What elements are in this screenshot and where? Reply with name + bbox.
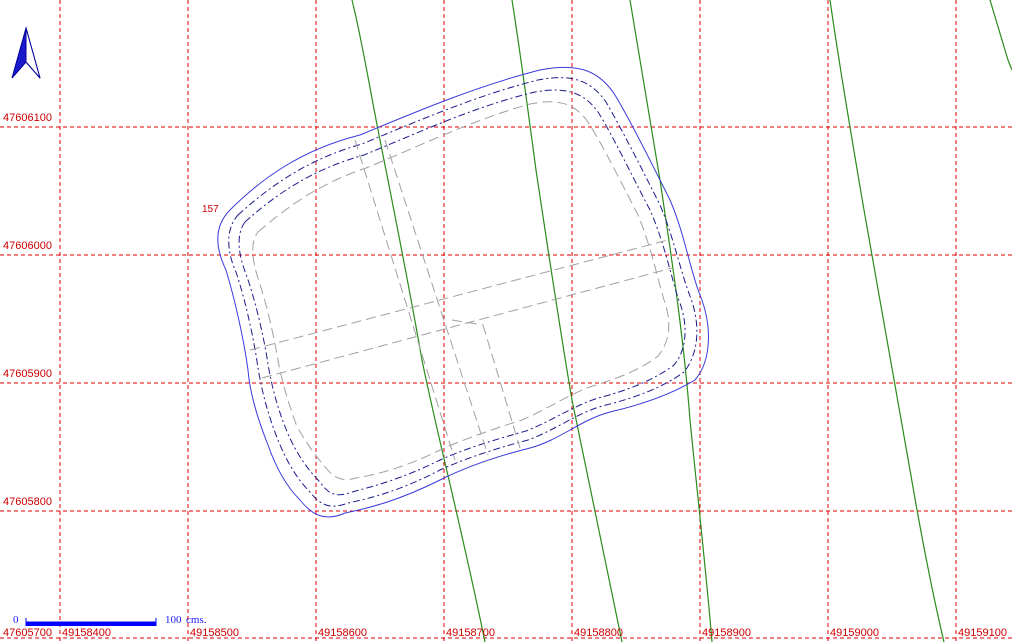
interior-line <box>482 324 521 449</box>
grid-label-y: 47605900 <box>3 368 52 380</box>
map-canvas <box>0 0 1012 642</box>
interior-line <box>261 267 673 379</box>
dashed-outline <box>238 89 686 496</box>
inner-outline <box>252 101 670 481</box>
grid-label-y: 47605800 <box>3 496 52 508</box>
earthwork-feature <box>217 66 709 518</box>
contour-line <box>629 0 713 642</box>
grid-label-x: 49158800 <box>574 627 623 639</box>
grid-label-x: 49158700 <box>446 627 495 639</box>
grid-label-x: 49158500 <box>190 627 239 639</box>
grid-label-x: 49158600 <box>318 627 367 639</box>
contour-line <box>351 0 486 642</box>
contour-lines <box>351 0 1012 642</box>
scale-bar <box>25 618 157 626</box>
interior-line <box>451 319 484 326</box>
scale-start-label: 0 <box>13 614 19 626</box>
interior-line <box>384 139 489 456</box>
outer-outline <box>217 66 709 518</box>
grid-label-y-bottom: 47605700 <box>3 627 52 639</box>
interior-line <box>249 239 669 351</box>
dashed-outline <box>228 77 698 507</box>
grid-label-y: 47606000 <box>3 240 52 252</box>
grid-label-x: 49159100 <box>958 627 1007 639</box>
grid-lines <box>0 0 1012 642</box>
grid-label-y: 47606100 <box>3 112 52 124</box>
spot-elevation-label: 157 <box>202 204 219 215</box>
contour-line <box>989 0 1012 71</box>
grid-label-x: 49158400 <box>62 627 111 639</box>
scale-end-label: 100 <box>165 614 182 626</box>
north-arrow-icon <box>11 26 41 79</box>
contour-line <box>511 0 623 642</box>
scale-unit-label: cms. <box>186 614 207 626</box>
contour-line <box>829 0 945 642</box>
grid-label-x: 49158900 <box>702 627 751 639</box>
grid-label-x: 49159000 <box>830 627 879 639</box>
